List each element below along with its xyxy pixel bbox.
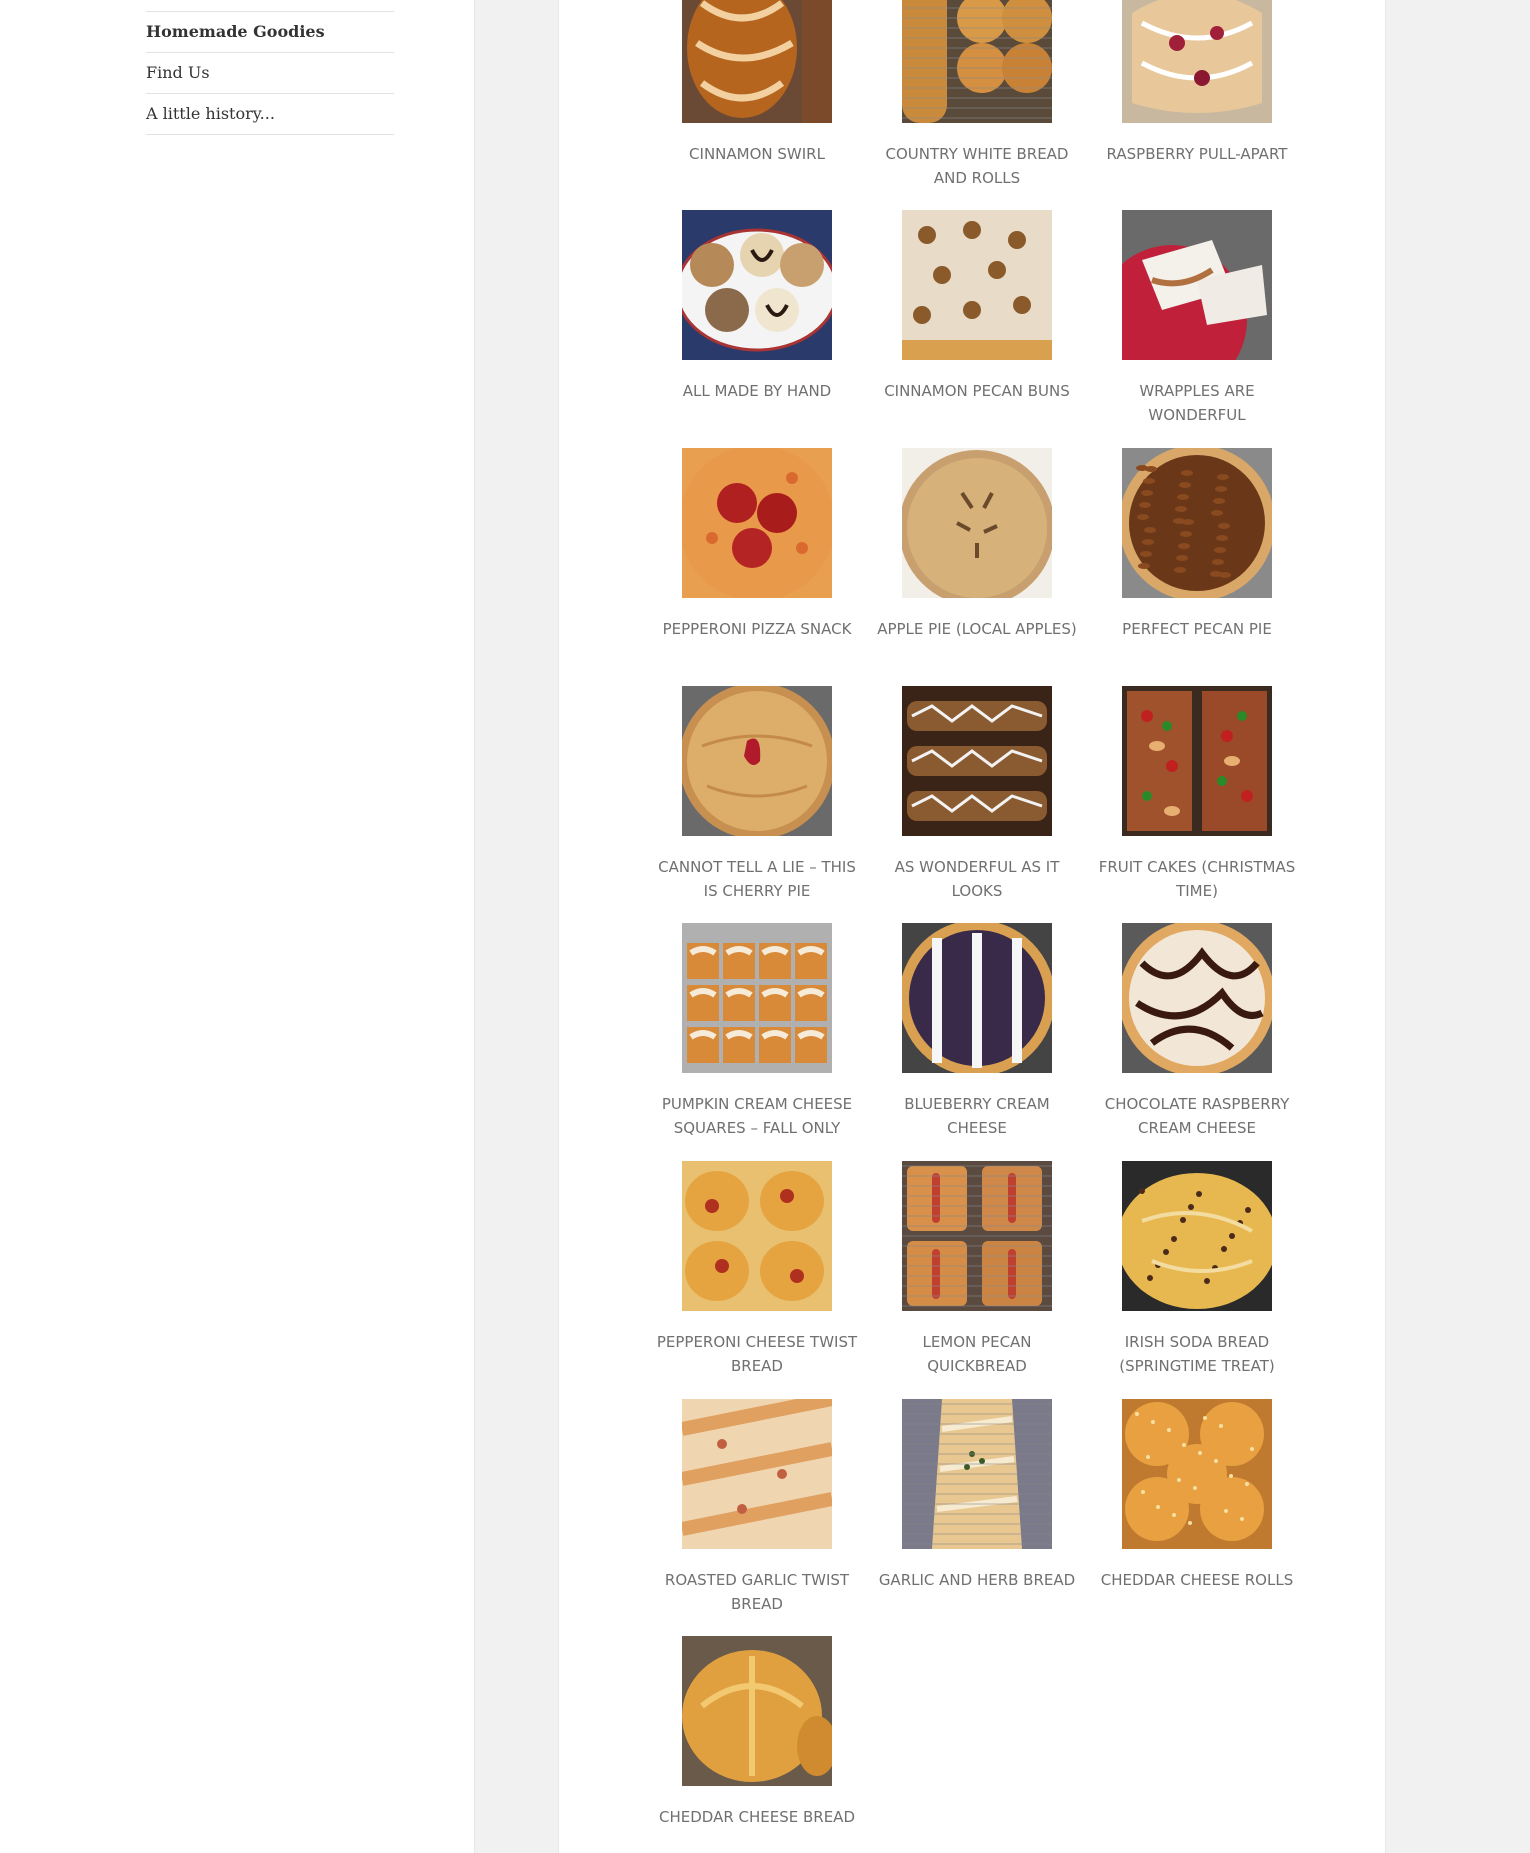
photo-gallery: Cinnamon swirl Country white bread and ro…: [559, 0, 1385, 1853]
gallery-caption: Roasted garlic twist bread: [664, 1571, 850, 1613]
cheddar-rolls-photo: [1122, 1399, 1272, 1549]
gallery-caption: Apple pie (local apples): [877, 620, 1077, 638]
gallery-item: Country white bread and rolls: [872, 0, 1082, 190]
gallery-thumbnail[interactable]: [682, 210, 832, 360]
gallery-item: Perfect Pecan Pie: [1092, 448, 1302, 641]
gallery-item: Cheddar cheese bread: [652, 1636, 862, 1829]
gallery-item: Cannot tell a lie – this is cherry pie: [652, 686, 862, 903]
gallery-caption: Cheddar cheese bread: [659, 1808, 855, 1826]
gallery-thumbnail[interactable]: [682, 0, 832, 123]
gallery-caption: Fruit cakes (Christmas time): [1098, 858, 1296, 900]
pecan-pie-photo: [1122, 448, 1272, 598]
gallery-thumbnail[interactable]: [1122, 210, 1272, 360]
gallery-caption: As wonderful as it looks: [894, 858, 1060, 900]
gallery-item: Garlic and herb bread: [872, 1399, 1082, 1592]
gallery-item: Lemon pecan quickbread: [872, 1161, 1082, 1378]
gallery-item: Cinnamon swirl: [652, 0, 862, 166]
gallery-thumbnail[interactable]: [902, 210, 1052, 360]
gallery-item: Irish soda bread (springtime treat): [1092, 1161, 1302, 1378]
gallery-item: Fruit cakes (Christmas time): [1092, 686, 1302, 903]
gallery-thumbnail[interactable]: [1122, 1399, 1272, 1549]
gallery-item: Pumpkin Cream Cheese Squares – fall only: [652, 923, 862, 1140]
cookies-plate-photo: [682, 210, 832, 360]
pepperoni-pizza-photo: [682, 448, 832, 598]
apple-pie-photo: [902, 448, 1052, 598]
gallery-thumbnail[interactable]: [902, 448, 1052, 598]
gallery-item: Raspberry pull-apart: [1092, 0, 1302, 166]
gallery-thumbnail[interactable]: [1122, 0, 1272, 123]
gallery-item: Chocolate Raspberry Cream Cheese: [1092, 923, 1302, 1140]
gallery-caption: Garlic and herb bread: [878, 1571, 1076, 1589]
gallery-caption: Lemon pecan quickbread: [922, 1333, 1032, 1375]
gallery-caption: Irish soda bread (springtime treat): [1119, 1333, 1275, 1375]
pepperoni-twist-bread-photo: [682, 1161, 832, 1311]
gallery-thumbnail[interactable]: [682, 686, 832, 836]
gallery-thumbnail[interactable]: [682, 1161, 832, 1311]
main-content: Cinnamon swirl Country white bread and ro…: [558, 0, 1386, 1853]
gallery-caption: Wrapples are wonderful: [1139, 382, 1255, 424]
gallery-thumbnail[interactable]: [682, 1636, 832, 1786]
cherry-pie-photo: [682, 686, 832, 836]
gallery-caption: Cinnamon swirl: [689, 145, 825, 163]
gallery-thumbnail[interactable]: [902, 686, 1052, 836]
fruit-cakes-photo: [1122, 686, 1272, 836]
wrapples-photo: [1122, 210, 1272, 360]
chocolate-raspberry-photo: [1122, 923, 1272, 1073]
gallery-caption: Cinnamon Pecan Buns: [884, 382, 1070, 400]
gallery-caption: Chocolate Raspberry Cream Cheese: [1104, 1095, 1290, 1137]
gallery-caption: Country white bread and rolls: [885, 145, 1069, 187]
gallery-thumbnail[interactable]: [1122, 923, 1272, 1073]
gallery-thumbnail[interactable]: [1122, 686, 1272, 836]
gallery-thumbnail[interactable]: [682, 923, 832, 1073]
gallery-thumbnail[interactable]: [682, 1399, 832, 1549]
sidebar-nav: Homemade Goodies Find Us A little histor…: [146, 11, 394, 135]
gallery-item: Cinnamon Pecan Buns: [872, 210, 1082, 403]
gallery-item: Blueberry Cream Cheese: [872, 923, 1082, 1140]
gallery-thumbnail[interactable]: [682, 448, 832, 598]
gallery-item: Apple pie (local apples): [872, 448, 1082, 641]
gallery-thumbnail[interactable]: [1122, 448, 1272, 598]
garlic-herb-bread-photo: [902, 1399, 1052, 1549]
gallery-thumbnail[interactable]: [902, 923, 1052, 1073]
gallery-thumbnail[interactable]: [902, 0, 1052, 123]
raspberry-pull-apart-photo: [1122, 0, 1272, 123]
nav-item-history[interactable]: A little history...: [146, 93, 394, 135]
country-white-bread-photo: [902, 0, 1052, 123]
gallery-item: Wrapples are wonderful: [1092, 210, 1302, 427]
nav-item-find-us[interactable]: Find Us: [146, 52, 394, 93]
gallery-caption: All made by hand: [682, 382, 832, 400]
gallery-caption: Blueberry Cream Cheese: [904, 1095, 1050, 1137]
irish-soda-bread-photo: [1122, 1161, 1272, 1311]
nav-item-homemade-goodies[interactable]: Homemade Goodies: [146, 11, 394, 52]
lemon-pecan-quickbread-photo: [902, 1161, 1052, 1311]
gallery-item: Cheddar Cheese Rolls: [1092, 1399, 1302, 1592]
gallery-item: Pepperoni Pizza Snack: [652, 448, 862, 641]
cheddar-bread-photo: [682, 1636, 832, 1786]
gallery-thumbnail[interactable]: [1122, 1161, 1272, 1311]
gallery-caption: Perfect Pecan Pie: [1122, 620, 1272, 638]
gallery-caption: Pumpkin Cream Cheese Squares – fall only: [661, 1095, 853, 1137]
sidebar: Homemade Goodies Find Us A little histor…: [0, 0, 475, 1853]
garlic-twist-bread-photo: [682, 1399, 832, 1549]
gallery-caption: Raspberry pull-apart: [1106, 145, 1288, 163]
cinnamon-pecan-buns-photo: [902, 210, 1052, 360]
gallery-caption: Cheddar Cheese Rolls: [1100, 1571, 1294, 1589]
gallery-thumbnail[interactable]: [902, 1399, 1052, 1549]
gallery-caption: Cannot tell a lie – this is cherry pie: [658, 858, 856, 900]
pumpkin-squares-photo: [682, 923, 832, 1073]
gallery-thumbnail[interactable]: [902, 1161, 1052, 1311]
gallery-item: Roasted garlic twist bread: [652, 1399, 862, 1616]
gallery-item: As wonderful as it looks: [872, 686, 1082, 903]
gallery-caption: Pepperoni cheese twist bread: [656, 1333, 858, 1375]
cinnamon-swirl-photo: [682, 0, 832, 123]
chocolate-pastries-photo: [902, 686, 1052, 836]
gallery-item: Pepperoni cheese twist bread: [652, 1161, 862, 1378]
blueberry-cream-cheese-photo: [902, 923, 1052, 1073]
gallery-item: All made by hand: [652, 210, 862, 403]
gallery-caption: Pepperoni Pizza Snack: [662, 620, 852, 638]
